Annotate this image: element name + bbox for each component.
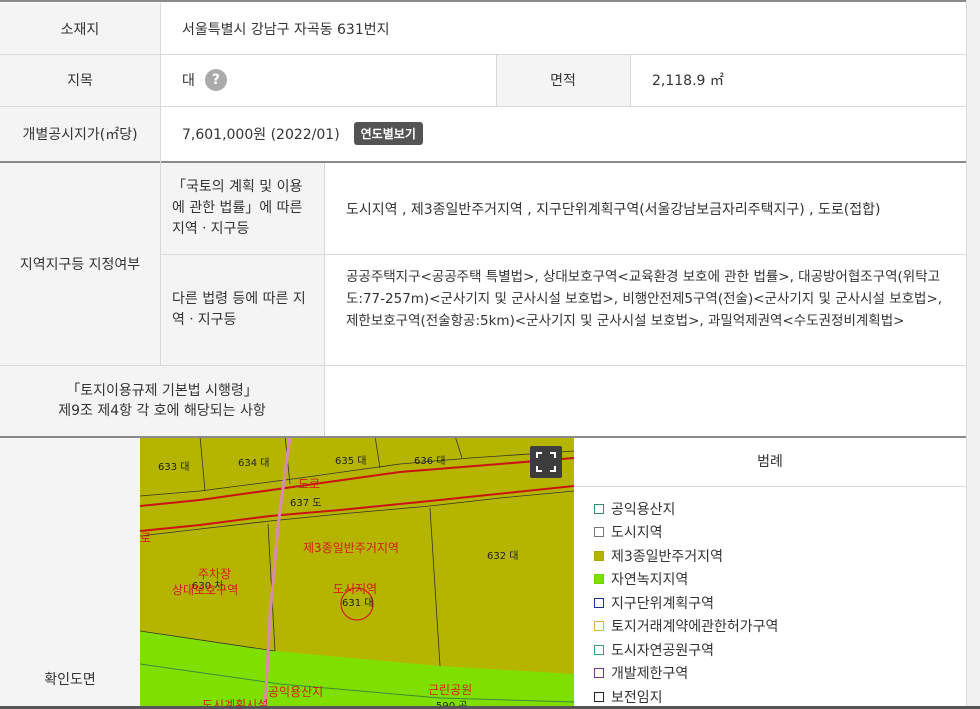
parcel-636: 636 대 [414,455,445,467]
value-jimok: 대 ? [160,54,496,106]
regulation-label-line2: 제9조 제4항 각 호에 해당되는 사항 [58,402,266,419]
value-area: 2,118.9 ㎡ [630,54,966,106]
label-zoning-sub2: 다른 법령 등에 따른 지역ㆍ지구등 [160,254,324,365]
map-label-text: 확인도면 [44,672,96,688]
row-location: 소재지 서울특별시 강남구 자곡동 631번지 [0,3,966,54]
value-price: 7,601,000원 (2022/01) 연도별보기 [160,106,966,161]
row-price: 개별공시지가(㎡당) 7,601,000원 (2022/01) 연도별보기 [0,106,966,161]
row-zoning: 지역지구등 지정여부 「국토의 계획 및 이용에 관한 법률」에 따른 지역ㆍ지… [0,163,966,365]
label-zoning-sub1: 「국토의 계획 및 이용에 관한 법률」에 따른 지역ㆍ지구등 [160,163,324,254]
parcel-637: 637 도 [290,498,321,509]
label-jimok: 지목 [0,54,160,106]
label-zoning: 지역지구등 지정여부 [0,163,160,365]
legend-swatch [594,668,604,679]
parcel-631: 631 대 [342,597,373,609]
parcel-632: 632 대 [487,550,518,562]
zone-label-forest: 공익용산지 [268,685,323,699]
legend-swatch [594,597,604,608]
parcel-634: 634 대 [238,457,269,469]
legend-swatch [594,550,604,561]
legend-item: 지구단위계획구역 [594,591,966,615]
legend-swatch [594,621,604,632]
value-zoning-sub2: 공공주택지구<공공주택 특별법>, 상대보호구역<교육환경 보호에 관한 법률>… [324,254,966,365]
jimok-text: 대 [182,73,195,89]
price-text: 7,601,000원 (2022/01) [182,126,340,143]
legend-list: 공익용산지도시지역제3종일반주거지역자연녹지지역지구단위계획구역토지거래계약에관… [574,487,966,709]
zone-label-parking: 주차장 [198,567,231,581]
legend-panel: 범례 공익용산지도시지역제3종일반주거지역자연녹지지역지구단위계획구역토지거래계… [574,436,966,709]
value-location: 서울특별시 강남구 자곡동 631번지 [160,3,966,54]
scrollbar[interactable] [967,0,980,706]
legend-item: 보전임지 [594,685,966,709]
zone-label-urban: 도시지역 [333,582,377,596]
row-jimok-area: 지목 대 ? 면적 2,118.9 ㎡ [0,54,966,106]
label-location: 소재지 [0,3,160,54]
legend-label: 지구단위계획구역 [611,595,715,612]
legend-label: 공익용산지 [611,501,676,518]
row-map: 확인도면 633 대 634 대 635 대 636 대 637 도 632 대… [0,436,966,709]
legend-item: 자연녹지지역 [594,568,966,592]
legend-item: 토지거래계약에관한허가구역 [594,615,966,639]
zone-label-ro: 로 [140,531,151,545]
legend-item: 개발제한구역 [594,662,966,686]
legend-item: 제3종일반주거지역 [594,544,966,568]
legend-label: 개발제한구역 [611,666,689,683]
legend-label: 토지거래계약에관한허가구역 [611,619,779,636]
label-regulation: 「토지이용규제 기본법 시행령」 제9조 제4항 각 호에 해당되는 사항 [0,365,324,436]
legend-label: 보전임지 [611,689,663,706]
legend-title: 범례 [574,436,966,487]
legend-swatch [594,527,604,538]
legend-swatch [594,644,604,655]
legend-label: 제3종일반주거지역 [611,548,723,565]
yearly-view-button[interactable]: 연도별보기 [353,122,423,145]
legend-item: 공익용산지 [594,497,966,521]
parcel-map[interactable]: 633 대 634 대 635 대 636 대 637 도 632 대 630 … [140,436,574,709]
zone-label-protection: 상대보호구역 [172,583,238,597]
help-icon[interactable]: ? [204,69,227,91]
legend-label: 도시자연공원구역 [611,642,715,659]
zone-label-road: 도로 [298,477,320,491]
zone-label-park: 근린공원 [428,683,472,697]
parcel-633: 633 대 [158,461,189,473]
legend-label: 도시지역 [611,525,663,542]
parcel-635: 635 대 [335,455,366,467]
legend-swatch [594,691,604,702]
label-map: 확인도면 [0,436,140,709]
regulation-label-line1: 「토지이용규제 기본법 시행령」 [66,382,258,399]
parcel-map-svg[interactable]: 633 대 634 대 635 대 636 대 637 도 632 대 630 … [140,436,574,709]
label-area: 면적 [496,54,630,106]
legend-swatch [594,574,604,585]
legend-label: 자연녹지지역 [611,572,689,589]
label-price: 개별공시지가(㎡당) [0,106,160,161]
expand-icon[interactable] [530,446,562,478]
legend-swatch [594,503,604,514]
legend-item: 도시자연공원구역 [594,638,966,662]
legend-item: 도시지역 [594,521,966,545]
zone-label-residential: 제3종일반주거지역 [303,541,399,555]
row-regulation: 「토지이용규제 기본법 시행령」 제9조 제4항 각 호에 해당되는 사항 [0,365,966,436]
value-regulation [324,365,966,436]
value-zoning-sub1: 도시지역 , 제3종일반주거지역 , 지구단위계획구역(서울강남보금자리주택지구… [324,163,966,254]
